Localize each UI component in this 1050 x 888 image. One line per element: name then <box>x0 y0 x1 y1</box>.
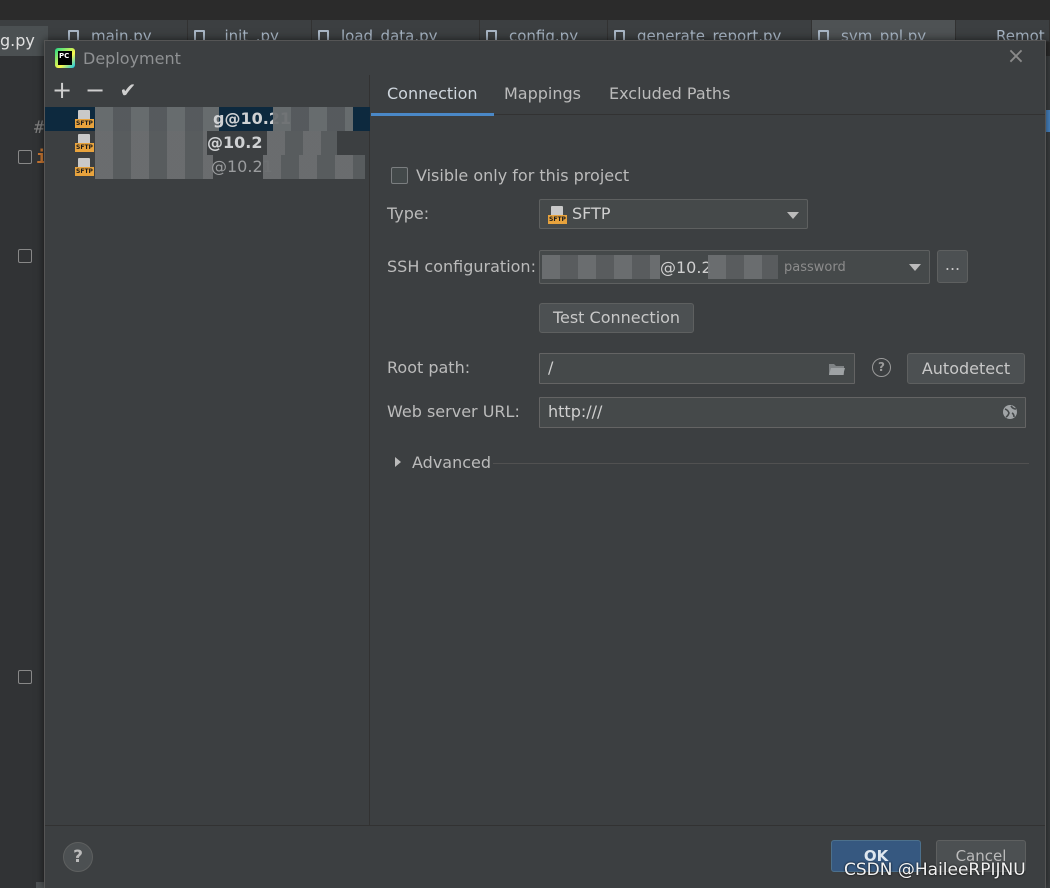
fold-marker-icon[interactable] <box>18 670 32 684</box>
help-icon[interactable]: ? <box>872 358 891 377</box>
redacted-mask <box>95 155 213 179</box>
advanced-section-toggle[interactable]: Advanced <box>412 453 491 472</box>
watermark-text: CSDN @HaileeRPIJNU <box>844 860 1026 880</box>
root-path-label: Root path: <box>387 358 471 377</box>
editor-tab-generate-report[interactable]: generate_report.py <box>608 20 812 41</box>
web-server-url-label: Web server URL: <box>387 402 520 421</box>
server-list-toolbar: + − ✔ <box>45 75 370 107</box>
editor-tab-svm-ppl[interactable]: svm_ppl.py <box>812 20 956 41</box>
redacted-mask <box>267 131 337 155</box>
tab-mappings[interactable]: Mappings <box>488 75 597 115</box>
root-path-value: / <box>548 358 554 377</box>
visible-only-label: Visible only for this project <box>416 166 630 185</box>
server-item-2[interactable]: SFTP @10.2 <box>45 131 370 155</box>
redacted-mask <box>95 107 219 131</box>
server-item-1[interactable]: SFTP g@10.21 <box>45 107 370 131</box>
root-path-field[interactable]: / <box>539 353 855 384</box>
server-settings-pane: Connection Mappings Excluded Paths Visib… <box>371 75 1045 825</box>
tab-excluded-paths[interactable]: Excluded Paths <box>593 75 746 115</box>
sftp-server-icon: SFTP <box>75 158 95 176</box>
tab-connection[interactable]: Connection <box>371 75 494 116</box>
settings-tab-bar: Connection Mappings Excluded Paths <box>371 75 1045 116</box>
add-server-button[interactable]: + <box>48 75 76 105</box>
globe-icon[interactable] <box>1002 404 1018 420</box>
editor-tab-bar: main.py _init_.py load_data.py config.py… <box>0 20 1050 42</box>
ssh-config-select[interactable]: @10.2 password <box>539 250 930 284</box>
pycharm-logo-icon: PC <box>55 48 75 68</box>
redacted-mask <box>263 155 365 179</box>
section-divider <box>493 463 1029 464</box>
ssh-host-value: @10.2 <box>660 258 712 277</box>
server-item-label: @10.2 <box>207 133 263 152</box>
visible-only-checkbox[interactable] <box>391 167 408 184</box>
editor-tab-current[interactable]: g.py <box>0 26 48 56</box>
help-button[interactable]: ? <box>63 842 93 872</box>
set-default-button[interactable]: ✔ <box>114 75 142 105</box>
close-button[interactable]: × <box>1005 46 1027 69</box>
editor-tab-main[interactable]: main.py <box>62 20 188 41</box>
test-connection-button[interactable]: Test Connection <box>539 303 694 333</box>
chevron-down-icon <box>787 212 799 219</box>
deployment-dialog: PC Deployment × + − ✔ SFTP g@10.21 SFTP … <box>44 40 1046 888</box>
chevron-right-icon[interactable] <box>394 456 402 468</box>
remove-server-button[interactable]: − <box>81 75 109 105</box>
fold-marker-icon[interactable] <box>18 249 32 263</box>
editor-tab-config[interactable]: config.py <box>480 20 608 41</box>
folder-icon[interactable] <box>828 362 846 376</box>
editor-tab-remote[interactable]: Remot <box>990 20 1050 41</box>
editor-tab-load-data[interactable]: load_data.py <box>312 20 480 41</box>
editor-code-line: # <box>34 118 45 138</box>
type-value: SFTP <box>572 204 611 223</box>
redacted-mask <box>708 255 778 279</box>
redacted-mask <box>542 255 660 279</box>
editor-gutter <box>0 56 45 888</box>
type-select[interactable]: SFTP SFTP <box>539 199 808 229</box>
server-item-3[interactable]: SFTP @10.21 <box>45 155 370 179</box>
autodetect-button[interactable]: Autodetect <box>907 353 1025 384</box>
sftp-server-icon: SFTP <box>75 134 95 152</box>
dialog-title: Deployment <box>83 49 181 68</box>
redacted-mask <box>273 107 353 131</box>
sftp-server-icon: SFTP <box>75 110 95 128</box>
dialog-titlebar[interactable]: PC Deployment × <box>45 41 1045 75</box>
server-list-pane: + − ✔ SFTP g@10.21 SFTP @10.2 SFTP @10.2… <box>45 75 370 825</box>
editor-tab-init[interactable]: _init_.py <box>188 20 312 41</box>
ssh-config-label: SSH configuration: <box>387 257 536 276</box>
web-server-url-field[interactable]: http:/// <box>539 397 1026 428</box>
type-label: Type: <box>387 204 430 223</box>
sftp-icon: SFTP <box>548 206 568 224</box>
ssh-auth-value: password <box>784 260 846 275</box>
redacted-mask <box>95 131 207 155</box>
chevron-down-icon <box>909 264 921 271</box>
editor-marker <box>1046 110 1050 132</box>
ssh-config-more-button[interactable]: ... <box>937 250 968 283</box>
web-server-url-value: http:/// <box>548 402 603 421</box>
fold-marker-icon[interactable] <box>18 150 32 164</box>
